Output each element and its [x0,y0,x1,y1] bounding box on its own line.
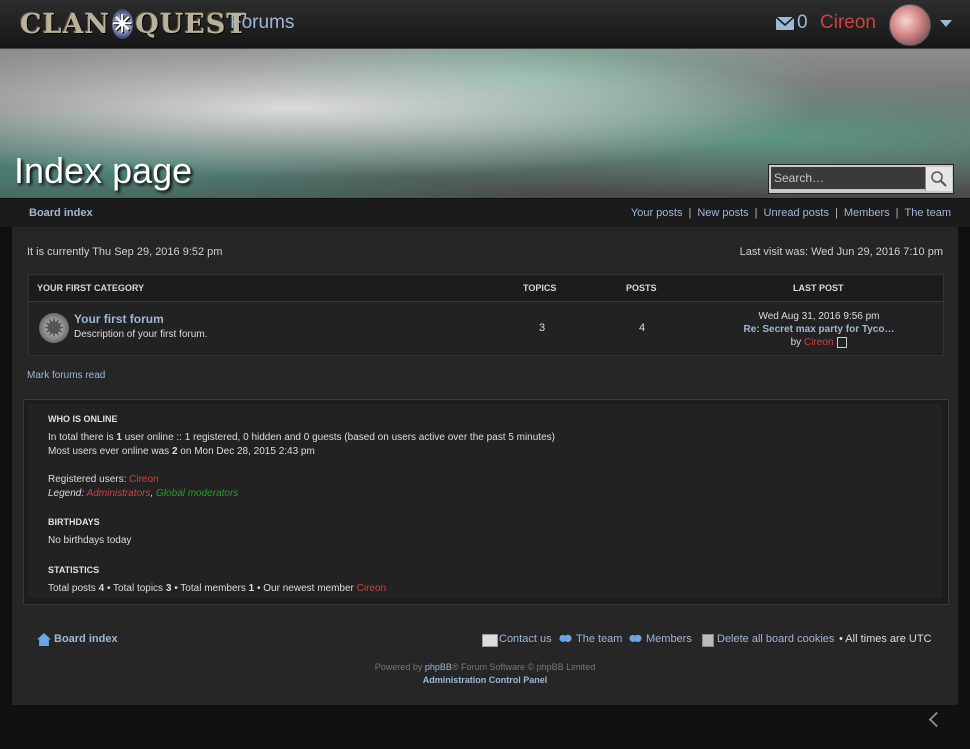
page-title: Index page [14,150,193,191]
col-last-post-header: LAST POST [793,283,844,293]
current-time: It is currently Thu Sep 29, 2016 9:52 pm [27,246,223,258]
statistics-title: STATISTICS [48,565,100,575]
legend-label: Legend: [48,488,85,499]
forums-link[interactable]: Forums [230,12,294,34]
footer-board-index[interactable]: Board index [54,633,118,645]
current-username[interactable]: Cireon [820,12,876,34]
go-to-post-icon[interactable] [837,336,848,348]
legend-administrators[interactable]: Administrators [87,488,151,499]
logo-star-icon: ✳ [112,9,134,39]
quick-links: Your posts | New posts | Unread posts | Member… [631,207,951,219]
nav-the-team[interactable]: The team [905,207,951,219]
chevron-down-icon[interactable] [940,20,952,27]
separator: | [834,207,838,219]
nav-bar: Board index Your posts | New posts | Unread … [0,199,970,227]
timezone-note: • All times are UTC [839,633,932,645]
total-members: 1 [248,583,255,594]
legend-comma: , [150,488,154,499]
search-box [768,164,954,194]
stats-inner: WHO IS ONLINE In total there is 1 user o… [28,404,942,598]
registered-user-link[interactable]: Cireon [129,474,158,485]
total-topics-label: • Total topics [106,583,164,594]
forum-read-icon: ✹ [39,313,69,343]
newest-member-link[interactable]: Cireon [357,583,386,594]
registered-label: Registered users: [48,474,127,485]
total-posts: 4 [98,583,105,594]
footer-members[interactable]: Members [646,633,692,645]
separator: | [895,207,899,219]
online-line: In total there is 1 user online :: 1 reg… [48,432,555,443]
legend-line: Legend: Administrators, Global moderator… [48,488,238,499]
forum-description: Description of your first forum. [74,329,208,340]
nav-new-posts[interactable]: New posts [697,207,748,219]
envelope-icon[interactable] [775,13,795,33]
mark-forums-read-link[interactable]: Mark forums read [27,370,105,381]
footer-the-team[interactable]: The team [576,633,622,645]
col-topics-header: TOPICS [523,283,557,293]
online-total: 1 [116,432,122,443]
message-count[interactable]: 0 [797,12,808,34]
nav-your-posts[interactable]: Your posts [631,207,683,219]
last-post-user[interactable]: Cireon [804,337,833,348]
breadcrumb-board-index[interactable]: Board index [29,207,93,219]
most-online-line: Most users ever online was 2 on Mon Dec … [48,446,315,457]
trash-icon [702,634,714,647]
most-total: 2 [171,446,178,457]
newest-member-label: • Our newest member [257,583,354,594]
birthdays-text: No birthdays today [48,535,132,546]
forum-category: YOUR FIRST CATEGORY TOPICS POSTS LAST PO… [28,274,944,356]
forum-topics-count: 3 [539,322,546,334]
bottom-bar [0,705,970,749]
nav-members[interactable]: Members [844,207,890,219]
footer-delete-cookies[interactable]: Delete all board cookies [717,633,834,645]
last-visit: Last visit was: Wed Jun 29, 2016 7:10 pm [739,246,943,258]
members-icon [628,634,642,645]
search-input[interactable] [771,167,925,189]
home-icon[interactable] [37,633,51,646]
category-title[interactable]: YOUR FIRST CATEGORY [37,283,144,293]
forum-posts-count: 4 [639,322,646,334]
nav-unread-posts[interactable]: Unread posts [764,207,829,219]
col-posts-header: POSTS [626,283,657,293]
total-topics: 3 [165,583,172,594]
search-button[interactable] [925,167,952,191]
footer-contact-us[interactable]: Contact us [499,633,552,645]
statistics-line: Total posts 4 • Total topics 3 • Total m… [48,583,386,594]
online-line-prefix: In total there is [48,432,114,443]
most-line-suffix: on Mon Dec 28, 2015 2:43 pm [180,446,315,457]
last-post-by: by [790,337,802,348]
who-is-online-title[interactable]: WHO IS ONLINE [48,414,118,424]
admin-control-panel-link[interactable]: Administration Control Panel [0,675,970,685]
last-post-author-line: by Cireon [719,336,919,349]
powered-suffix: ® Forum Software © phpBB Limited [451,662,596,672]
legend-global-moderators[interactable]: Global moderators [156,488,238,499]
last-post-subject[interactable]: Re: Secret max party for Tyco… [744,324,895,335]
powered-prefix: Powered by [374,662,423,672]
separator: | [688,207,692,219]
top-bar: CLAN ✳ QUEST Forums 0 Cireon [0,0,970,49]
last-post-date: Wed Aug 31, 2016 9:56 pm [758,311,880,322]
registered-users-line: Registered users: Cireon [48,474,159,485]
last-post: Wed Aug 31, 2016 9:56 pm Re: Secret max … [719,310,919,349]
separator: | [754,207,758,219]
contact-envelope-icon [482,634,498,647]
site-logo[interactable]: CLAN ✳ QUEST [20,6,246,42]
forum-row: ✹ Your first forum Description of your f… [29,302,943,354]
forum-name[interactable]: Your first forum [74,312,164,326]
team-icon [558,634,572,645]
most-line-prefix: Most users ever online was [48,446,170,457]
search-icon [931,171,947,187]
category-header: YOUR FIRST CATEGORY TOPICS POSTS LAST PO… [29,275,943,302]
total-members-label: • Total members [174,583,246,594]
avatar[interactable] [889,4,931,46]
footer-nav: Board index Contact us The team Members … [22,633,947,649]
birthdays-title: BIRTHDAYS [48,517,100,527]
stats-block: WHO IS ONLINE In total there is 1 user o… [23,399,949,605]
total-posts-label: Total posts [48,583,96,594]
online-line-suffix: user online :: 1 registered, 0 hidden an… [124,432,555,443]
powered-by: Powered by phpBB® Forum Software © phpBB… [0,662,970,672]
phpbb-link[interactable]: phpBB [425,662,452,672]
scroll-to-top-icon[interactable] [928,711,945,728]
